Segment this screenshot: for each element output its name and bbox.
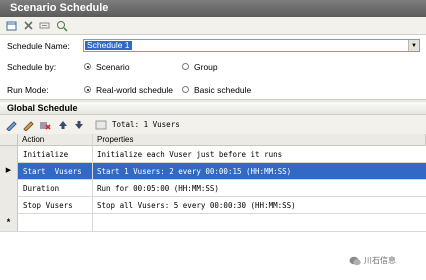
add-action-icon[interactable] — [21, 118, 34, 131]
watermark: 川石信息 — [349, 255, 396, 266]
new-schedule-icon[interactable] — [5, 19, 18, 32]
new-row[interactable]: * — [0, 214, 426, 232]
delete-action-icon[interactable] — [38, 118, 51, 131]
rename-icon[interactable] — [38, 19, 51, 32]
schedule-name-label: Schedule Name: — [7, 41, 70, 51]
table-row[interactable]: ▶ Start Vusers Start 1 Vusers: 2 every 0… — [0, 163, 426, 180]
radio-scenario-label[interactable]: Scenario — [96, 62, 130, 72]
global-schedule-toolbar: Total: 1 Vusers — [0, 115, 426, 134]
column-header-action[interactable]: Action — [18, 134, 93, 146]
row-header[interactable] — [0, 180, 18, 197]
row-header[interactable] — [0, 146, 18, 163]
radio-real-world-schedule[interactable] — [84, 86, 91, 93]
selected-row-icon[interactable]: ▶ — [0, 163, 18, 180]
edit-action-icon[interactable] — [4, 118, 17, 131]
schedule-by-label: Schedule by: — [7, 62, 57, 72]
radio-group[interactable] — [182, 63, 189, 70]
properties-cell[interactable]: Stop all Vusers: 5 every 00:00:30 (HH:MM… — [97, 201, 296, 210]
schedule-name-value[interactable]: Schedule 1 — [85, 41, 132, 50]
table-row[interactable]: Duration Run for 00:05:00 (HH:MM:SS) — [0, 180, 426, 197]
global-schedule-grid: Action Properties Initialize Initialize … — [0, 134, 426, 232]
action-cell[interactable]: Duration — [23, 184, 59, 193]
duplicate-icon[interactable] — [55, 19, 68, 32]
delete-icon[interactable] — [22, 19, 35, 32]
new-row-marker[interactable]: * — [0, 214, 18, 231]
schedule-toolbar — [0, 17, 426, 35]
total-vusers: Total: 1 Vusers — [112, 120, 180, 129]
row-header[interactable] — [0, 197, 18, 214]
properties-cell[interactable]: Initialize each Vuser just before it run… — [97, 150, 282, 159]
table-row[interactable]: Stop Vusers Stop all Vusers: 5 every 00:… — [0, 197, 426, 214]
action-cell[interactable]: Initialize — [23, 150, 68, 159]
watermark-text: 川石信息 — [364, 256, 396, 265]
view-icon[interactable] — [94, 118, 107, 131]
window-title: Scenario Schedule — [0, 0, 426, 17]
radio-basic-schedule-label[interactable]: Basic schedule — [194, 85, 251, 95]
grid-corner — [0, 134, 18, 146]
properties-cell[interactable]: Start 1 Vusers: 2 every 00:00:15 (HH:MM:… — [97, 167, 291, 176]
global-schedule-title: Global Schedule — [0, 102, 426, 115]
radio-real-world-schedule-label[interactable]: Real-world schedule — [96, 85, 173, 95]
radio-scenario[interactable] — [84, 63, 91, 70]
radio-basic-schedule[interactable] — [182, 86, 189, 93]
schedule-name-combobox[interactable]: Schedule 1 ▼ — [83, 39, 420, 52]
chevron-down-icon[interactable]: ▼ — [408, 40, 419, 51]
properties-cell[interactable]: Run for 00:05:00 (HH:MM:SS) — [97, 184, 219, 193]
action-cell[interactable]: Start Vusers — [23, 167, 82, 176]
move-down-icon[interactable] — [72, 118, 85, 131]
table-row[interactable]: Initialize Initialize each Vuser just be… — [0, 146, 426, 163]
column-divider — [92, 134, 93, 232]
wechat-icon — [349, 256, 361, 265]
schedule-form: Schedule Name: Schedule 1 ▼ Schedule by:… — [0, 35, 426, 99]
column-header-properties[interactable]: Properties — [93, 134, 426, 146]
move-up-icon[interactable] — [56, 118, 69, 131]
radio-group-label[interactable]: Group — [194, 62, 218, 72]
action-cell[interactable]: Stop Vusers — [23, 201, 73, 210]
run-mode-label: Run Mode: — [7, 85, 49, 95]
